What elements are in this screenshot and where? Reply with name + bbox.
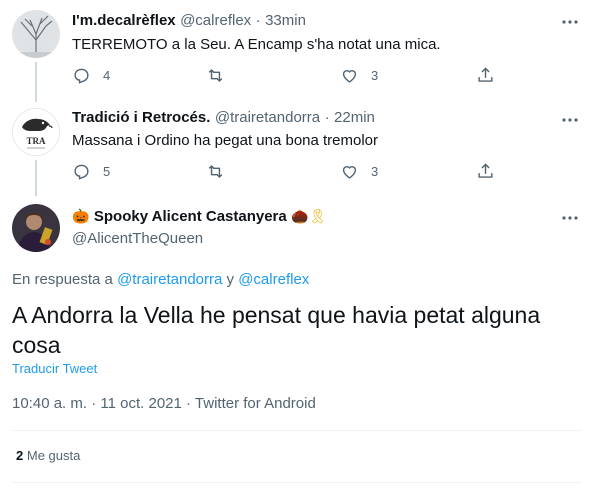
author-handle[interactable]: @AlicentTheQueen bbox=[72, 230, 203, 247]
avatar[interactable]: TRA bbox=[12, 108, 60, 156]
reply-icon bbox=[74, 164, 89, 180]
share-button[interactable] bbox=[476, 66, 507, 85]
tweet-time[interactable]: 10:40 a. m. bbox=[12, 395, 87, 412]
author-name[interactable]: Spooky Alicent Castanyera bbox=[94, 208, 287, 225]
thread-line bbox=[35, 160, 37, 196]
tweet-time[interactable]: 22min bbox=[334, 109, 375, 126]
retweet-icon bbox=[208, 165, 223, 178]
profile-photo-image bbox=[12, 204, 60, 252]
chestnut-emoji: 🌰 bbox=[291, 208, 309, 224]
more-icon[interactable] bbox=[560, 12, 580, 32]
pumpkin-emoji: 🎃 bbox=[72, 208, 90, 224]
reply-count: 4 bbox=[103, 68, 111, 83]
tweet-text: Massana i Ordino ha pegat una bona tremo… bbox=[72, 132, 379, 149]
share-icon bbox=[478, 163, 493, 178]
share-icon bbox=[478, 67, 493, 82]
avatar[interactable] bbox=[12, 204, 60, 252]
avatar[interactable] bbox=[12, 10, 60, 58]
more-icon[interactable] bbox=[560, 208, 580, 228]
tweet-date[interactable]: 11 oct. 2021 bbox=[100, 395, 181, 412]
likes-summary[interactable]: 2 Me gusta bbox=[16, 448, 80, 463]
mention-link[interactable]: @trairetandorra bbox=[117, 271, 222, 288]
divider bbox=[12, 482, 582, 483]
divider bbox=[12, 430, 582, 431]
thread-line bbox=[35, 62, 37, 102]
retweet-button[interactable] bbox=[206, 66, 237, 85]
reply-and: y bbox=[226, 271, 235, 288]
more-icon[interactable] bbox=[560, 110, 580, 130]
like-count: 3 bbox=[371, 164, 379, 179]
likes-count: 2 bbox=[16, 448, 24, 463]
separator: · bbox=[255, 12, 261, 29]
separator: · bbox=[186, 395, 192, 412]
author-name[interactable]: Tradició i Retrocés. bbox=[72, 109, 210, 126]
likes-label: Me gusta bbox=[26, 448, 81, 463]
reply-count: 5 bbox=[103, 164, 111, 179]
reply-icon bbox=[74, 68, 89, 84]
tweet-source[interactable]: Twitter for Android bbox=[195, 395, 316, 412]
like-button[interactable]: 3 bbox=[340, 162, 378, 181]
reply-prefix: En respuesta a bbox=[12, 271, 113, 288]
tree-avatar-image bbox=[12, 10, 60, 58]
boar-logo-image: TRA bbox=[22, 118, 53, 149]
ribbon-emoji: 🎗 bbox=[308, 208, 327, 224]
separator: · bbox=[324, 109, 330, 126]
retweet-icon bbox=[208, 69, 223, 82]
translate-link[interactable]: Traducir Tweet bbox=[12, 361, 97, 376]
author-name[interactable]: I'm.decalrèflex bbox=[72, 12, 176, 29]
author-handle[interactable]: @trairetandorra bbox=[215, 109, 320, 126]
logo-text: TRA bbox=[26, 136, 46, 146]
mention-link[interactable]: @calreflex bbox=[238, 271, 309, 288]
like-icon bbox=[342, 166, 357, 179]
reply-button[interactable]: 5 bbox=[72, 162, 110, 181]
tweet-time[interactable]: 33min bbox=[265, 12, 306, 29]
reply-context: En respuesta a @trairetandorra y @calref… bbox=[12, 271, 309, 288]
like-count: 3 bbox=[371, 68, 379, 83]
reply-button[interactable]: 4 bbox=[72, 66, 110, 85]
share-button[interactable] bbox=[476, 162, 507, 181]
tweet-text: TERREMOTO a la Seu. A Encamp s'ha notat … bbox=[72, 36, 441, 53]
retweet-button[interactable] bbox=[206, 162, 237, 181]
like-button[interactable]: 3 bbox=[340, 66, 378, 85]
main-tweet-text: A Andorra la Vella he pensat que havia p… bbox=[12, 302, 541, 358]
author-handle[interactable]: @calreflex bbox=[180, 12, 251, 29]
like-icon bbox=[342, 70, 357, 83]
separator: · bbox=[91, 395, 97, 412]
